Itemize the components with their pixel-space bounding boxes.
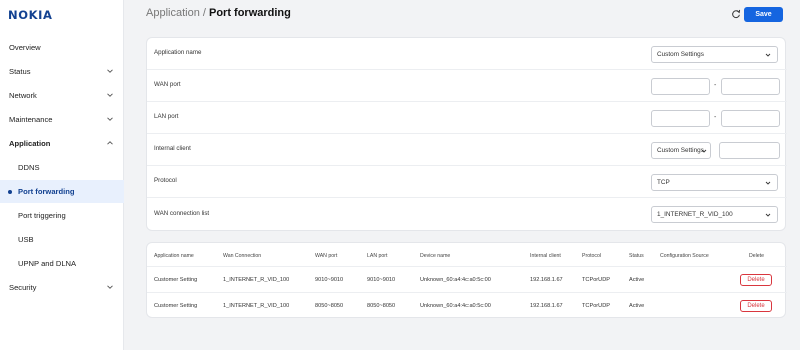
protocol-select[interactable]: TCP — [651, 174, 778, 191]
wan-connection-list-value: 1_INTERNET_R_VID_100 — [657, 211, 733, 218]
column-header: Application name — [154, 253, 194, 259]
cell-status: Active — [629, 277, 645, 283]
sidebar-item-label: Status — [9, 67, 31, 76]
chevron-down-icon — [107, 285, 113, 289]
column-header: Delete — [749, 253, 764, 259]
chevron-up-icon — [107, 141, 113, 145]
cell-wan-connection: 1_INTERNET_R_VID_100 — [223, 303, 290, 309]
cell-internal-client: 192.168.1.67 — [530, 277, 563, 283]
breadcrumb-parent[interactable]: Application / — [146, 7, 209, 19]
nokia-logo: NOKIA — [8, 8, 53, 22]
column-header: Wan Connection — [223, 253, 262, 259]
lan-port-separator: - — [714, 114, 717, 121]
wan-connection-list-select[interactable]: 1_INTERNET_R_VID_100 — [651, 206, 778, 223]
sidebar-item-label: DDNS — [18, 163, 40, 172]
form-row-application-name: Application name Custom Settings — [147, 38, 787, 70]
delete-button[interactable]: Delete — [740, 300, 772, 312]
wan-connection-list-label: WAN connection list — [154, 210, 210, 217]
cell-device-name: Unknown_60:a4:4c:a0:5c:00 — [420, 303, 491, 309]
protocol-value: TCP — [657, 179, 670, 186]
column-header: LAN port — [367, 253, 388, 259]
chevron-down-icon — [701, 149, 707, 153]
active-indicator-dot — [8, 190, 12, 194]
wan-port-label: WAN port — [154, 81, 181, 88]
form-row-internal-client: Internal client Custom Settings — [147, 134, 787, 166]
lan-port-label: LAN port — [154, 113, 179, 120]
form-row-protocol: Protocol TCP — [147, 166, 787, 198]
cell-protocol: TCPorUDP — [582, 303, 610, 309]
wan-port-start-input[interactable] — [651, 78, 710, 95]
wan-port-separator: - — [714, 82, 717, 89]
table-row: Customer Setting 1_INTERNET_R_VID_100 90… — [147, 267, 787, 293]
chevron-down-icon — [107, 69, 113, 73]
form-row-lan-port: LAN port - — [147, 102, 787, 134]
application-name-select[interactable]: Custom Settings — [651, 46, 778, 63]
sidebar-item-application[interactable]: Application — [0, 132, 124, 155]
lan-port-start-input[interactable] — [651, 110, 710, 127]
column-header: Device name — [420, 253, 451, 259]
port-forwarding-form: Application name Custom Settings WAN por… — [146, 37, 787, 232]
sidebar-item-network[interactable]: Network — [0, 84, 124, 107]
cell-lan-port: 9010~9010 — [367, 277, 396, 283]
sidebar-item-port-forwarding[interactable]: Port forwarding — [0, 180, 124, 203]
form-row-wan-port: WAN port - — [147, 70, 787, 102]
column-header: Configuration Source — [660, 253, 709, 259]
protocol-label: Protocol — [154, 177, 177, 184]
cell-protocol: TCPorUDP — [582, 277, 610, 283]
cell-status: Active — [629, 303, 645, 309]
lan-port-end-input[interactable] — [721, 110, 780, 127]
sidebar-item-label: UPNP and DLNA — [18, 259, 77, 268]
wan-port-end-input[interactable] — [721, 78, 780, 95]
sidebar-item-label: Network — [9, 91, 37, 100]
delete-button[interactable]: Delete — [740, 274, 772, 286]
port-forwarding-table: Application name Wan Connection WAN port… — [146, 242, 787, 319]
sidebar-item-security[interactable]: Security — [0, 276, 124, 299]
sidebar-item-status[interactable]: Status — [0, 60, 124, 83]
internal-client-input[interactable] — [719, 142, 780, 159]
sidebar-item-label: USB — [18, 235, 34, 244]
refresh-icon[interactable] — [731, 9, 741, 19]
column-header: WAN port — [315, 253, 338, 259]
cell-device-name: Unknown_60:a4:4c:a0:5c:00 — [420, 277, 491, 283]
cell-wan-connection: 1_INTERNET_R_VID_100 — [223, 277, 290, 283]
chevron-down-icon — [107, 117, 113, 121]
cell-wan-port: 9010~9010 — [315, 277, 344, 283]
application-name-value: Custom Settings — [657, 51, 704, 58]
column-header: Status — [629, 253, 644, 259]
cell-application-name: Customer Setting — [154, 277, 198, 283]
sidebar: NOKIA Overview Status Network Maintenanc… — [0, 0, 124, 350]
chevron-down-icon — [765, 181, 771, 185]
chevron-down-icon — [765, 53, 771, 57]
sidebar-item-label: Application — [9, 139, 51, 148]
chevron-down-icon — [765, 213, 771, 217]
cell-internal-client: 192.168.1.67 — [530, 303, 563, 309]
sidebar-item-label: Port triggering — [18, 211, 66, 220]
sidebar-item-maintenance[interactable]: Maintenance — [0, 108, 124, 131]
sidebar-item-label: Maintenance — [9, 115, 53, 124]
column-header: Protocol — [582, 253, 602, 259]
sidebar-item-overview[interactable]: Overview — [0, 36, 124, 59]
cell-application-name: Customer Setting — [154, 303, 198, 309]
table-row: Customer Setting 1_INTERNET_R_VID_100 80… — [147, 293, 787, 319]
sidebar-item-label: Security — [9, 283, 37, 292]
sidebar-item-upnp-dlna[interactable]: UPNP and DLNA — [0, 252, 124, 275]
internal-client-label: Internal client — [154, 145, 191, 152]
sidebar-item-usb[interactable]: USB — [0, 228, 124, 251]
table-header-row: Application name Wan Connection WAN port… — [147, 243, 787, 267]
sidebar-item-label: Port forwarding — [18, 187, 75, 196]
page-title: Port forwarding — [208, 7, 291, 19]
column-header: Internal client — [530, 253, 561, 259]
sidebar-item-ddns[interactable]: DDNS — [0, 156, 124, 179]
chevron-down-icon — [107, 93, 113, 97]
application-name-label: Application name — [154, 49, 202, 56]
save-button[interactable]: Save — [744, 7, 783, 22]
breadcrumb: Application / Port forwarding — [146, 7, 291, 19]
sidebar-item-label: Overview — [9, 43, 41, 52]
form-row-wan-connection-list: WAN connection list 1_INTERNET_R_VID_100 — [147, 198, 787, 232]
sidebar-item-port-triggering[interactable]: Port triggering — [0, 204, 124, 227]
internal-client-mode-value: Custom Settings — [657, 147, 704, 154]
internal-client-mode-select[interactable]: Custom Settings — [651, 142, 711, 159]
cell-lan-port: 8050~8050 — [367, 303, 396, 309]
cell-wan-port: 8050~8050 — [315, 303, 344, 309]
